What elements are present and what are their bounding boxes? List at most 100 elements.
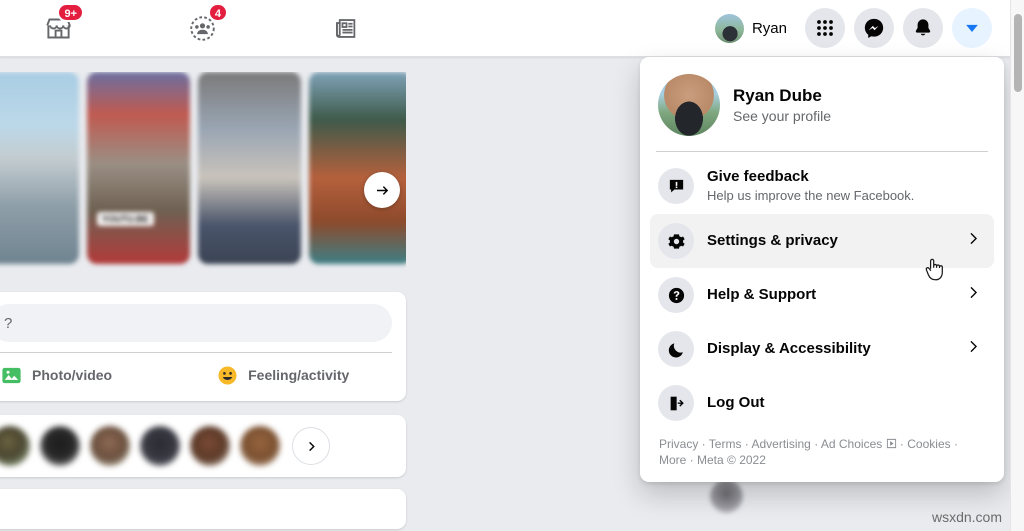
story-card[interactable] xyxy=(309,72,406,264)
story-tag: YOUTU.BE xyxy=(97,212,154,226)
dropdown-profile-name: Ryan Dube xyxy=(733,85,822,105)
photo-video-icon xyxy=(2,367,21,383)
chevron-right-icon-wrap xyxy=(965,338,982,360)
chevron-right-icon-wrap xyxy=(965,284,982,306)
logout-icon xyxy=(670,396,684,410)
menu-item-give-feedback[interactable]: Give feedback Help us improve the new Fa… xyxy=(650,158,994,214)
account-menu-button[interactable] xyxy=(952,8,992,48)
footer-link-privacy[interactable]: Privacy xyxy=(659,437,698,451)
nav-tab-groups[interactable]: 4 xyxy=(176,3,228,50)
messenger-icon xyxy=(864,18,884,38)
navbar-tabs: 9+ 4 xyxy=(32,3,372,50)
contact-avatar[interactable] xyxy=(0,426,30,466)
moon-icon xyxy=(668,342,683,357)
dropdown-profile-row[interactable]: Ryan Dube See your profile xyxy=(650,65,994,145)
menu-item-text: Help & Support xyxy=(707,285,816,305)
menu-item-help-support[interactable]: Help & Support xyxy=(650,268,994,322)
menu-item-settings-privacy[interactable]: Settings & privacy xyxy=(650,214,994,268)
footer-separator: · xyxy=(896,437,908,451)
ad-choices-icon xyxy=(886,438,896,449)
contacts-strip xyxy=(0,415,406,477)
avatar xyxy=(714,13,744,43)
menu-item-log-out[interactable]: Log Out xyxy=(650,376,994,430)
watermark: wsxdn.com xyxy=(931,509,1002,525)
stories-carousel: c YOUTU.BE xyxy=(0,72,406,276)
chevron-right-icon-wrap xyxy=(965,230,982,252)
navbar-profile-chip[interactable]: Ryan xyxy=(712,11,796,46)
footer-link-cookies[interactable]: Cookies xyxy=(907,437,950,451)
question-mark-icon-wrap xyxy=(658,277,694,313)
contact-avatar[interactable] xyxy=(140,426,180,466)
contact-avatar[interactable] xyxy=(240,426,280,466)
feedback-icon-wrap xyxy=(658,168,694,204)
top-navbar: 9+ 4 Ryan xyxy=(0,0,1010,57)
stories-next-button[interactable] xyxy=(364,172,400,208)
feed-post-card xyxy=(0,489,406,529)
dropdown-footer-links: Privacy · Terms · Advertising · Ad Choic… xyxy=(650,430,994,476)
notifications-button[interactable] xyxy=(903,8,943,48)
marketplace-badge: 9+ xyxy=(57,3,84,22)
menu-item-title: Log Out xyxy=(707,394,765,411)
menu-item-text: Display & Accessibility xyxy=(707,339,871,359)
feed-column: c YOUTU.BE ? xyxy=(0,72,406,529)
arrow-right-icon xyxy=(376,185,388,195)
moon-icon-wrap xyxy=(658,331,694,367)
navbar-profile-name: Ryan xyxy=(751,19,787,37)
menu-item-title: Help & Support xyxy=(707,286,817,303)
contact-avatar[interactable] xyxy=(90,426,130,466)
facebook-page: 9+ 4 Ryan YOUTU.BE ? Photo/video Feeling… xyxy=(0,0,1024,531)
composer-photo-video-button[interactable]: Photo/video xyxy=(0,358,122,393)
composer-input[interactable]: ? xyxy=(0,304,392,342)
feeling-activity-icon xyxy=(218,365,237,385)
chevron-right-icon xyxy=(308,441,315,451)
menu-item-display-accessibility[interactable]: Display & Accessibility xyxy=(650,322,994,376)
divider xyxy=(656,151,988,152)
scrollbar-thumb[interactable] xyxy=(1014,14,1022,92)
dropdown-profile-text: Ryan Dube See your profile xyxy=(733,85,831,126)
menu-grid-button[interactable] xyxy=(805,8,845,48)
bell-icon xyxy=(915,19,931,36)
gear-icon xyxy=(667,233,685,249)
story-card[interactable]: c xyxy=(0,72,79,264)
menu-item-title: Display & Accessibility xyxy=(707,340,871,357)
composer-action-label: Photo/video xyxy=(32,367,113,383)
messenger-button[interactable] xyxy=(854,8,894,48)
feedback-icon xyxy=(669,179,683,192)
footer-link-more[interactable]: More xyxy=(659,453,686,467)
menu-item-title: Settings & privacy xyxy=(707,232,838,249)
dropdown-profile-subtitle: See your profile xyxy=(733,107,832,124)
footer-separator: · xyxy=(950,437,958,451)
navbar-actions: Ryan xyxy=(712,8,992,48)
footer-separator: · xyxy=(686,453,698,467)
footer-link-advertising[interactable]: Advertising xyxy=(751,437,810,451)
story-card[interactable] xyxy=(198,72,301,264)
gear-icon-wrap xyxy=(658,223,694,259)
footer-link-ad-choices[interactable]: Ad Choices xyxy=(821,437,882,451)
contact-avatar[interactable] xyxy=(40,426,80,466)
composer-placeholder: ? xyxy=(4,314,13,332)
avatar xyxy=(658,74,720,136)
composer-feeling-activity-button[interactable]: Feeling/activity xyxy=(206,358,359,393)
chevron-right-icon xyxy=(970,340,978,353)
account-dropdown-menu: Ryan Dube See your profile Give feedback… xyxy=(640,57,1004,482)
footer-link-terms[interactable]: Terms xyxy=(709,437,742,451)
composer-action-label: Feeling/activity xyxy=(248,367,350,383)
footer-separator: · xyxy=(810,437,821,451)
chevron-down-icon xyxy=(966,24,978,33)
page-scrollbar[interactable] xyxy=(1010,0,1024,531)
question-mark-icon xyxy=(668,287,684,303)
news-feed-icon xyxy=(335,18,355,38)
menu-item-description: Help us improve the new Facebook. xyxy=(707,188,915,203)
menu-item-text: Settings & privacy xyxy=(707,231,838,251)
footer-separator: · xyxy=(741,437,752,451)
grid-menu-icon xyxy=(817,20,833,36)
composer-actions: Photo/video Feeling/activity xyxy=(0,353,392,397)
contacts-next-button[interactable] xyxy=(292,427,330,465)
contact-avatar[interactable] xyxy=(190,426,230,466)
nav-tab-news[interactable] xyxy=(320,6,372,50)
nav-tab-marketplace[interactable]: 9+ xyxy=(32,3,84,50)
menu-item-text: Log Out xyxy=(707,393,764,413)
menu-item-title: Give feedback xyxy=(707,168,809,185)
story-card[interactable]: YOUTU.BE xyxy=(87,72,190,264)
footer-separator: · xyxy=(698,437,709,451)
